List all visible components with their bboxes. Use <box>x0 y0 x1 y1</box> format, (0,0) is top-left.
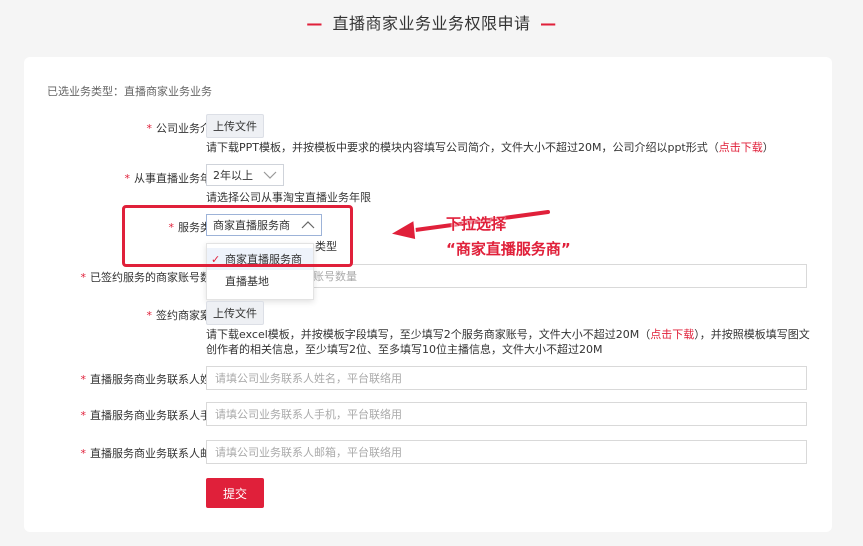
contact-name-input[interactable]: 请填公司业务联系人姓名，平台联络用 <box>206 366 807 390</box>
cases-upload-button[interactable]: 上传文件 <box>206 301 264 325</box>
cases-hint-text-after: ），并按照模板填写图文 <box>694 328 810 341</box>
contact-email-input[interactable]: 请填公司业务联系人邮箱，平台联络用 <box>206 440 807 464</box>
required-mark: * <box>80 447 87 460</box>
contact-name-placeholder: 请填公司业务联系人姓名，平台联络用 <box>215 372 402 385</box>
years-select-value: 2年以上 <box>213 169 253 182</box>
contact-name-label-text: 直播服务商业务联系人姓名 <box>90 373 222 386</box>
cases-download-link[interactable]: 点击下载 <box>650 328 694 341</box>
option-label: 直播基地 <box>225 275 269 288</box>
highlight-box <box>122 205 353 267</box>
accounts-label: * 已签约服务的商家账号数量 <box>81 269 223 285</box>
intro-hint-end: ） <box>762 141 774 154</box>
submit-button[interactable]: 提交 <box>206 478 264 508</box>
years-select[interactable]: 2年以上 <box>206 164 284 186</box>
intro-upload-button[interactable]: 上传文件 <box>206 114 264 138</box>
accounts-label-text: 已签约服务的商家账号数量 <box>90 271 222 284</box>
intro-download-link[interactable]: 点击下载 <box>719 141 763 154</box>
contact-email-label-text: 直播服务商业务联系人邮箱 <box>90 447 222 460</box>
cases-hint-line2: 创作者的相关信息，至少填写2位、至多填写10位主播信息，文件大小不超过20M <box>206 343 603 356</box>
required-mark: * <box>80 409 87 422</box>
title-dash-left: — <box>306 14 323 33</box>
contact-name-label: * 直播服务商业务联系人姓名 <box>81 371 223 387</box>
contact-phone-placeholder: 请填公司业务联系人手机，平台联络用 <box>215 408 402 421</box>
contact-phone-input[interactable]: 请填公司业务联系人手机，平台联络用 <box>206 402 807 426</box>
required-mark: * <box>124 172 131 185</box>
contact-phone-label-text: 直播服务商业务联系人手机 <box>90 409 222 422</box>
contact-phone-label: * 直播服务商业务联系人手机 <box>81 407 223 423</box>
chevron-down-icon <box>263 171 277 179</box>
intro-hint-text: 请下载PPT模板，并按模板中要求的模块内容填写公司简介，文件大小不超过20M，公… <box>206 141 719 154</box>
cases-hint-line1: 请下载excel模板，并按模板字段填写，至少填写2个服务商家账号，文件大小不超过… <box>206 326 810 342</box>
years-hint: 请选择公司从事淘宝直播业务年限 <box>206 191 371 204</box>
intro-hint: 请下载PPT模板，并按模板中要求的模块内容填写公司简介，文件大小不超过20M，公… <box>206 139 774 155</box>
annotation-line1: 下拉选择 <box>446 215 507 233</box>
accounts-placeholder: 账号数量 <box>313 270 357 283</box>
contact-email-placeholder: 请填公司业务联系人邮箱，平台联络用 <box>215 446 402 459</box>
required-mark: * <box>80 271 87 284</box>
annotation-line2: “商家直播服务商” <box>446 240 571 258</box>
page-title-text: 直播商家业务业务权限申请 <box>332 14 531 33</box>
title-dash-right: — <box>540 14 557 33</box>
required-mark: * <box>80 373 87 386</box>
required-mark: * <box>146 122 153 135</box>
form-card: 已选业务类型：直播商家业务业务 * 公司业务介绍 上传文件 请下载PPT模板，并按… <box>24 57 832 532</box>
contact-email-label: * 直播服务商业务联系人邮箱 <box>81 445 223 461</box>
cases-hint-text: 请下载excel模板，并按模板字段填写，至少填写2个服务商家账号，文件大小不超过… <box>206 328 651 341</box>
required-mark: * <box>146 309 153 322</box>
page-title: — 直播商家业务业务权限申请 — <box>0 10 863 34</box>
selected-business-type: 已选业务类型：直播商家业务业务 <box>47 85 212 98</box>
dropdown-option-live-base[interactable]: 直播基地 <box>207 270 313 292</box>
